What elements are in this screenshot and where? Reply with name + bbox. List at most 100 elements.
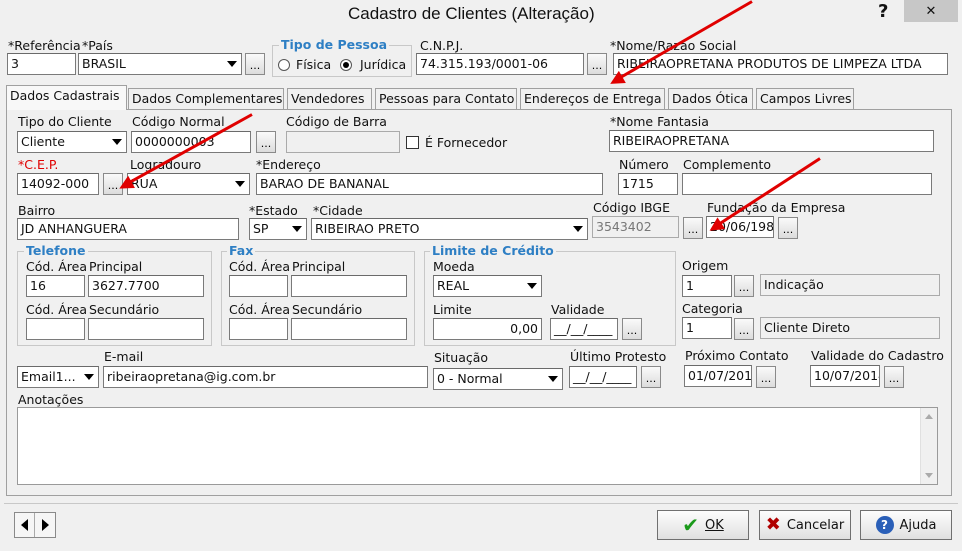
moeda-label: Moeda [433, 259, 475, 274]
numero-label: Número [619, 157, 669, 172]
nome-fantasia-field[interactable]: RIBEIRAOPRETANA [609, 130, 934, 152]
bairro-field[interactable]: JD ANHANGUERA [17, 218, 239, 240]
estado-label: *Estado [249, 203, 298, 218]
ultimo-protesto-date-button[interactable]: ... [641, 366, 661, 388]
ajuda-label: Ajuda [899, 517, 937, 533]
cancelar-button[interactable]: ✖ Cancelar [759, 510, 851, 540]
validade-cadastro-date-button[interactable]: ... [884, 366, 904, 388]
numero-field[interactable]: 1715 [618, 173, 678, 195]
anotacoes-scrollbar[interactable] [920, 408, 937, 484]
ibge-lookup-button[interactable]: ... [683, 217, 703, 239]
fax-area-field[interactable] [229, 275, 288, 297]
cep-field[interactable]: 14092-000 [17, 173, 99, 195]
estado-select[interactable]: SP [249, 218, 307, 240]
codigo-normal-lookup-button[interactable]: ... [256, 131, 276, 153]
validade-label: Validade [551, 302, 605, 317]
tab-dados-otica[interactable]: Dados Ótica [668, 88, 753, 109]
tel-area-field[interactable]: 16 [26, 275, 85, 297]
tab-enderecos-entrega[interactable]: Endereços de Entrega [520, 88, 665, 109]
tipo-cliente-value: Cliente [21, 134, 65, 149]
tab-dados-cadastrais[interactable]: Dados Cadastrais [6, 85, 127, 110]
proximo-contato-field[interactable]: 01/07/2013 [684, 365, 752, 387]
chevron-down-icon [108, 132, 125, 152]
chevron-down-icon [288, 219, 305, 239]
limite-field[interactable]: 0,00 [433, 318, 542, 340]
tipo-cliente-select[interactable]: Cliente [17, 131, 127, 153]
fax-area2-field[interactable] [229, 318, 288, 340]
estado-value: SP [253, 221, 269, 236]
pais-value: BRASIL [82, 56, 126, 71]
ok-button[interactable]: ✔ OK [657, 510, 749, 540]
endereco-field[interactable]: BARAO DE BANANAL [256, 173, 603, 195]
prev-record-button[interactable] [15, 513, 35, 537]
cnpj-field[interactable]: 74.315.193/0001-06 [416, 53, 584, 75]
ibge-field[interactable]: 3543402 [592, 216, 679, 238]
referencia-field[interactable]: 3 [7, 53, 76, 75]
anotacoes-textarea[interactable] [17, 407, 938, 485]
cidade-select[interactable]: RIBEIRAO PRETO [311, 218, 588, 240]
complemento-field[interactable] [682, 173, 932, 195]
fax-secundario-field[interactable] [291, 318, 407, 340]
triangle-left-icon [21, 519, 28, 531]
validade-date-button[interactable]: ... [622, 318, 642, 340]
ibge-label: Código IBGE [593, 200, 670, 215]
origem-code-field[interactable]: 1 [682, 275, 732, 297]
situacao-select[interactable]: 0 - Normal [433, 368, 563, 390]
email-type-value: Email1... [21, 369, 76, 384]
fax-principal-field[interactable] [291, 275, 407, 297]
next-record-button[interactable] [35, 513, 55, 537]
email-type-select[interactable]: Email1... [17, 366, 99, 388]
validade-cadastro-field[interactable]: 10/07/2014 [810, 365, 880, 387]
tel-principal-label: Principal [89, 259, 143, 274]
fisica-radio[interactable] [278, 59, 290, 71]
pais-label: *País [82, 38, 113, 53]
window-title: Cadastro de Clientes (Alteração) [348, 4, 595, 23]
scroll-down-icon[interactable] [925, 473, 933, 478]
codigo-barra-field[interactable] [286, 131, 400, 153]
proximo-contato-date-button[interactable]: ... [756, 366, 776, 388]
tel-principal-field[interactable]: 3627.7700 [88, 275, 204, 297]
categoria-lookup-button[interactable]: ... [734, 318, 754, 340]
footer-separator [4, 503, 958, 504]
limite-label: Limite [433, 302, 472, 317]
tel-secundario-field[interactable] [88, 318, 204, 340]
nome-fantasia-label: *Nome Fantasia [610, 114, 709, 129]
tel-area2-field[interactable] [26, 318, 85, 340]
anotacoes-label: Anotações [18, 392, 84, 407]
categoria-code-field[interactable]: 1 [682, 317, 732, 339]
validade-field[interactable]: __/__/____ [550, 318, 618, 340]
triangle-right-icon [41, 519, 49, 531]
tab-campos-livres[interactable]: Campos Livres [756, 88, 854, 109]
chevron-down-icon [80, 367, 97, 387]
pais-lookup-button[interactable]: ... [245, 53, 265, 75]
cep-label: *C.E.P. [18, 157, 59, 172]
scroll-up-icon[interactable] [925, 414, 933, 419]
tab-pessoas-contato[interactable]: Pessoas para Contato [375, 88, 517, 109]
referencia-label: *Referência [8, 38, 81, 53]
logradouro-select[interactable]: RUA [127, 173, 250, 195]
codigo-barra-label: Código de Barra [286, 114, 387, 129]
nome-field[interactable]: RIBEIRAOPRETANA PRODUTOS DE LIMPEZA LTDA [613, 53, 948, 75]
fax-area-label: Cód. Área [229, 259, 291, 274]
chevron-down-icon [223, 54, 240, 74]
bairro-label: Bairro [18, 203, 56, 218]
fax-secundario-label: Secundário [292, 302, 363, 317]
email-field[interactable]: ribeiraopretana@ig.com.br [103, 366, 428, 388]
tab-vendedores[interactable]: Vendedores [287, 88, 372, 109]
limite-title: Limite de Crédito [430, 243, 556, 258]
ultimo-protesto-field[interactable]: __/__/____ [569, 366, 637, 388]
cnpj-lookup-button[interactable]: ... [587, 53, 607, 75]
moeda-select[interactable]: REAL [433, 275, 542, 297]
tab-dados-complementares[interactable]: Dados Complementares [128, 88, 284, 109]
juridica-radio[interactable] [340, 59, 352, 71]
help-icon[interactable]: ? [878, 1, 888, 22]
tel-area2-label: Cód. Área [26, 302, 88, 317]
close-button[interactable]: ✕ [904, 0, 958, 22]
categoria-label: Categoria [682, 301, 743, 316]
fornecedor-checkbox[interactable] [406, 136, 419, 149]
origem-lookup-button[interactable]: ... [734, 275, 754, 297]
fundacao-date-button[interactable]: ... [778, 217, 798, 239]
pais-select[interactable]: BRASIL [78, 53, 242, 75]
fornecedor-label: É Fornecedor [425, 135, 508, 150]
ajuda-button[interactable]: ? Ajuda [860, 510, 952, 540]
